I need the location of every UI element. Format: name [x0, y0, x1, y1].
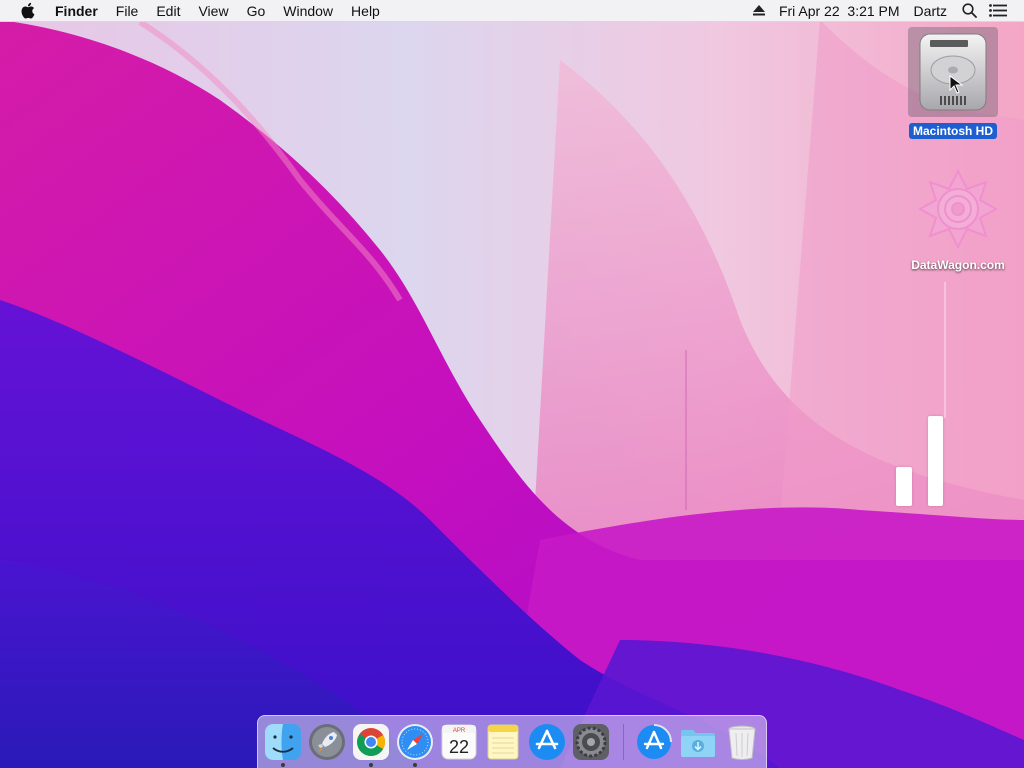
- desktop-wallpaper: [0, 0, 1024, 768]
- trash-icon: [728, 725, 756, 760]
- menu-view[interactable]: View: [189, 0, 237, 22]
- running-indicator: [281, 763, 285, 767]
- desktop-icon-datawagon[interactable]: DataWagon.com: [903, 166, 1013, 272]
- menu-file[interactable]: File: [107, 0, 148, 22]
- dock-finder[interactable]: [263, 722, 303, 762]
- dock-notes[interactable]: [483, 722, 523, 762]
- hard-drive-icon: [919, 33, 987, 111]
- dock: APR 22: [257, 715, 767, 768]
- datawagon-logo-icon: [917, 168, 999, 250]
- calendar-month: APR: [453, 728, 466, 734]
- dock-downloads[interactable]: [678, 722, 718, 762]
- menubar-user[interactable]: Dartz: [907, 0, 954, 22]
- notes-icon: [487, 724, 519, 760]
- desktop-guide-line: [685, 350, 687, 510]
- calendar-day: 22: [449, 737, 469, 757]
- desktop-icon-macintosh-hd[interactable]: Macintosh HD: [908, 27, 998, 139]
- dock-safari[interactable]: [395, 722, 435, 762]
- dock-app-store-downloads[interactable]: [634, 722, 674, 762]
- desktop-icon-label: DataWagon.com: [911, 258, 1005, 272]
- dock-app-store[interactable]: [527, 722, 567, 762]
- system-preferences-icon: [573, 724, 609, 760]
- app-store-download-icon: [637, 724, 672, 759]
- dock-separator: [623, 724, 624, 760]
- eject-icon[interactable]: [746, 0, 772, 22]
- desktop-icon-label: Macintosh HD: [908, 123, 997, 139]
- menu-edit[interactable]: Edit: [147, 0, 189, 22]
- downloads-folder-icon: [681, 730, 715, 757]
- launchpad-icon: [309, 724, 345, 760]
- running-indicator: [413, 763, 417, 767]
- safari-icon: [397, 724, 433, 760]
- bar-tall: [928, 416, 943, 506]
- dock-launchpad[interactable]: [307, 722, 347, 762]
- dock-calendar[interactable]: APR 22: [439, 722, 479, 762]
- hard-drive-icon-selection: [908, 27, 998, 117]
- menu-window[interactable]: Window: [274, 0, 342, 22]
- dock-chrome[interactable]: [351, 722, 391, 762]
- calendar-icon: APR 22: [441, 724, 477, 760]
- menu-app-name[interactable]: Finder: [47, 0, 107, 22]
- apple-logo-icon[interactable]: [19, 2, 35, 20]
- menu-bar: Finder File Edit View Go Window Help Fri…: [0, 0, 1024, 22]
- running-indicator: [369, 763, 373, 767]
- dock-trash[interactable]: [722, 722, 762, 762]
- menu-go[interactable]: Go: [238, 0, 275, 22]
- spotlight-search-icon[interactable]: [954, 0, 984, 22]
- chrome-icon: [353, 724, 389, 760]
- menubar-clock[interactable]: Fri Apr 22 3:21 PM: [772, 0, 907, 22]
- dock-system-preferences[interactable]: [571, 722, 611, 762]
- bar-short: [896, 467, 912, 506]
- finder-icon: [265, 724, 301, 760]
- menu-help[interactable]: Help: [342, 0, 389, 22]
- control-center-icon[interactable]: [984, 0, 1012, 22]
- app-store-icon: [529, 724, 565, 760]
- desktop-guide-line: [944, 282, 946, 418]
